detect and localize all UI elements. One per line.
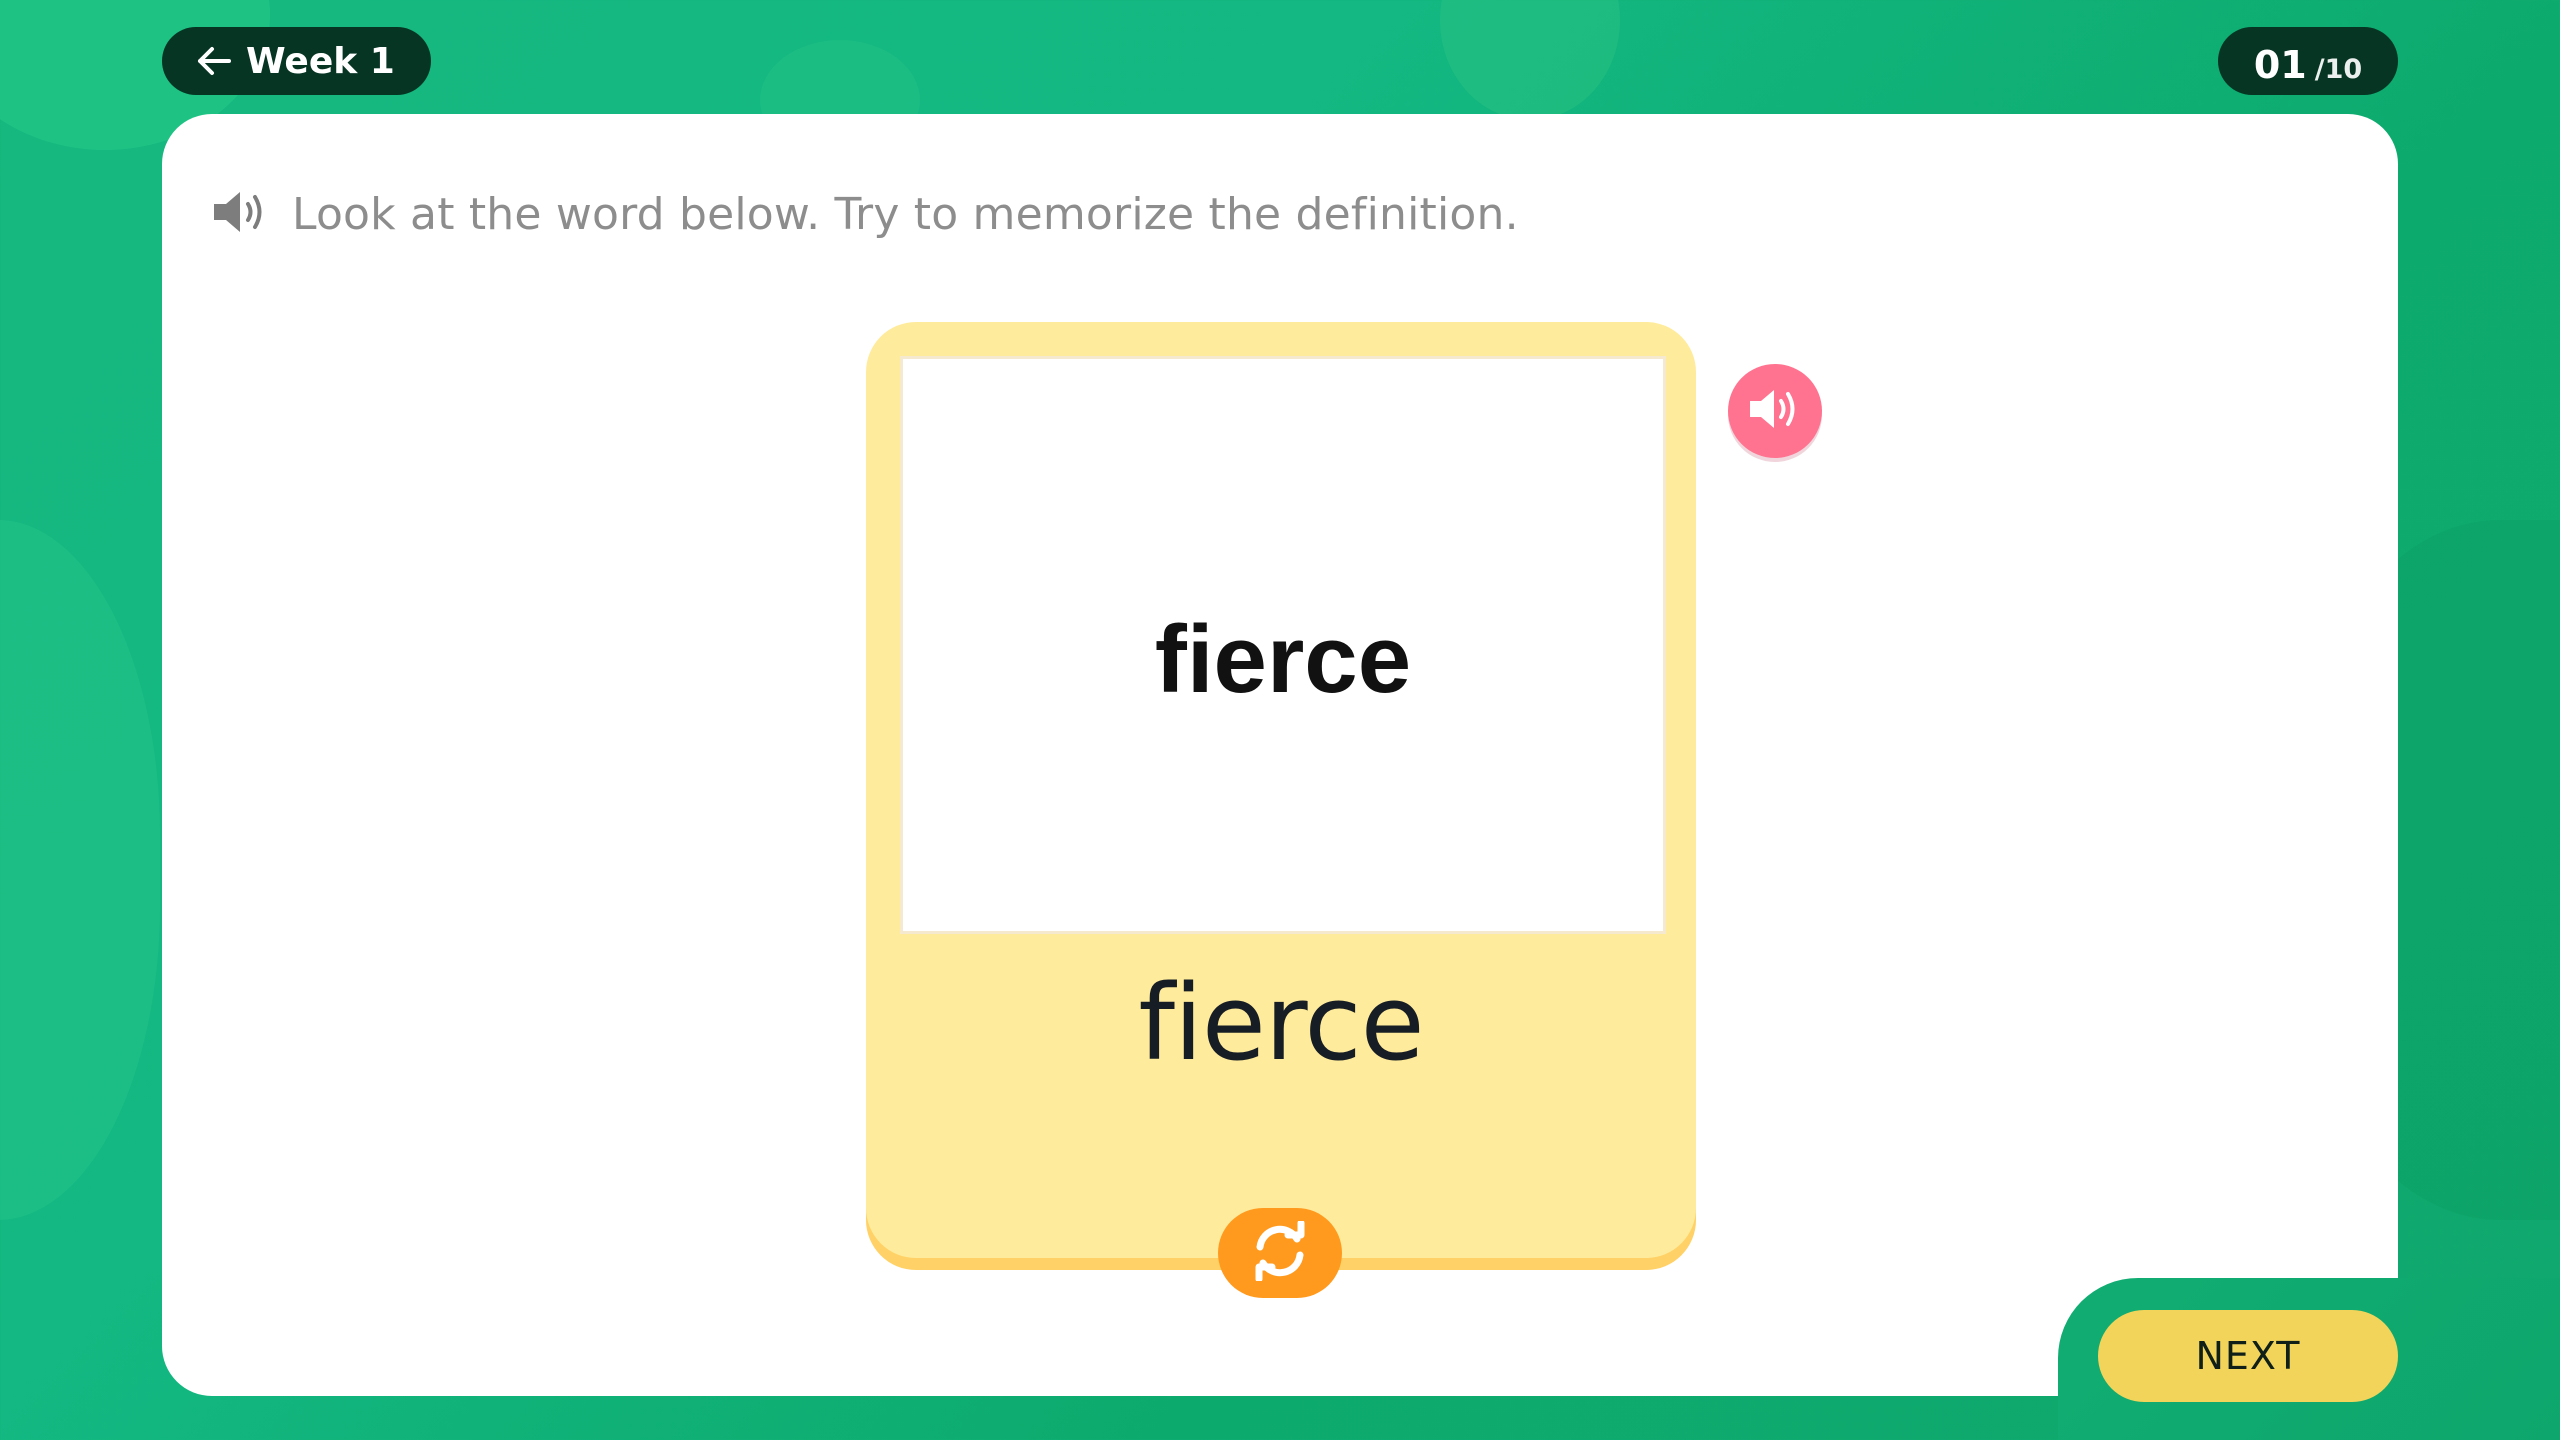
refresh-icon <box>1248 1219 1312 1285</box>
speaker-icon[interactable] <box>210 184 270 244</box>
back-button[interactable]: Week 1 <box>162 27 431 95</box>
play-audio-button[interactable] <box>1728 364 1822 458</box>
instruction-text: Look at the word below. Try to memorize … <box>292 188 1519 240</box>
back-button-label: Week 1 <box>246 40 395 82</box>
progress-total: /10 <box>2314 54 2363 85</box>
flip-card-button[interactable] <box>1218 1208 1342 1298</box>
progress-current: 01 <box>2253 43 2307 87</box>
instruction: Look at the word below. Try to memorize … <box>210 184 1519 244</box>
progress-counter: 01 /10 <box>2218 27 2398 95</box>
speaker-icon <box>1746 382 1804 440</box>
flashcard: fierce fierce <box>866 322 1696 1258</box>
flashcard-image: fierce <box>900 356 1666 934</box>
flashcard-image-word: fierce <box>1154 606 1412 713</box>
next-button[interactable]: NEXT <box>2098 1310 2398 1402</box>
background-blob <box>0 520 160 1220</box>
arrow-left-icon <box>196 45 232 77</box>
background-blob <box>1440 0 1620 120</box>
flashcard-word: fierce <box>1138 962 1424 1084</box>
